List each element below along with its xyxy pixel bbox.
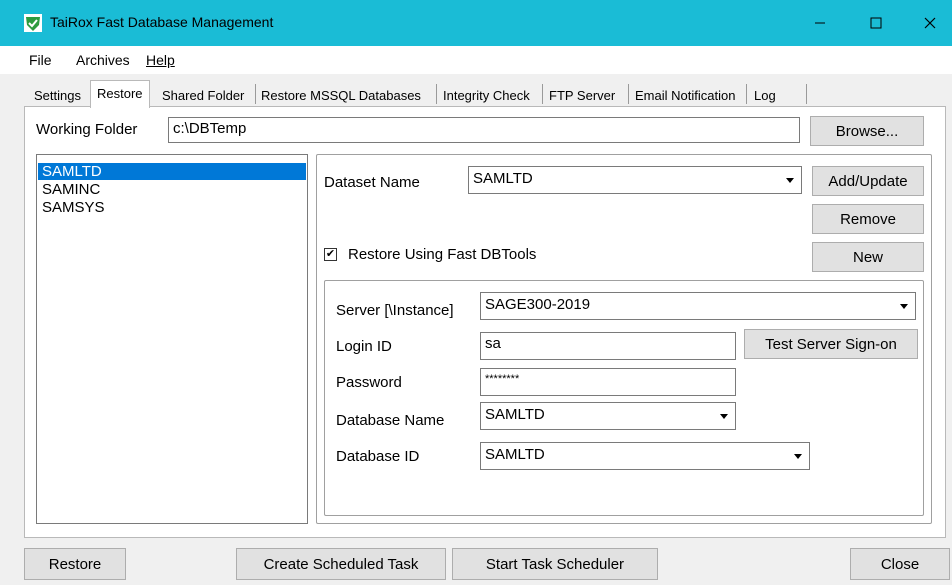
- database-name-value: SAMLTD: [485, 406, 545, 423]
- chevron-down-icon[interactable]: [715, 405, 733, 427]
- menu-file[interactable]: File: [29, 52, 52, 68]
- add-update-button[interactable]: Add/Update: [812, 166, 924, 196]
- new-button[interactable]: New: [812, 242, 924, 272]
- server-label: Server [\Instance]: [336, 302, 454, 319]
- close-window-button[interactable]: [906, 0, 952, 46]
- database-id-select[interactable]: SAMLTD: [480, 442, 810, 470]
- list-item[interactable]: SAMINC: [38, 181, 306, 198]
- close-icon: [924, 17, 936, 29]
- test-server-signon-button[interactable]: Test Server Sign-on: [744, 329, 918, 359]
- maximize-icon: [870, 17, 882, 29]
- remove-button[interactable]: Remove: [812, 204, 924, 234]
- chevron-down-icon[interactable]: [895, 295, 913, 317]
- chevron-down-icon[interactable]: [789, 445, 807, 467]
- tab-separator: [542, 84, 543, 104]
- dataset-name-value: SAMLTD: [473, 170, 533, 187]
- working-folder-input[interactable]: c:\DBTemp: [168, 117, 800, 143]
- tab-integrity-check[interactable]: Integrity Check: [443, 84, 530, 106]
- start-task-scheduler-button[interactable]: Start Task Scheduler: [452, 548, 658, 580]
- password-input[interactable]: ********: [480, 368, 736, 396]
- window-title: TaiRox Fast Database Management: [50, 14, 274, 30]
- tab-email-notification[interactable]: Email Notification: [635, 84, 735, 106]
- dataset-name-label: Dataset Name: [324, 174, 420, 191]
- maximize-button[interactable]: [852, 0, 900, 46]
- fast-dbtools-checkbox[interactable]: ✔: [324, 248, 337, 261]
- tab-log[interactable]: Log: [754, 84, 776, 106]
- list-item[interactable]: SAMSYS: [38, 199, 306, 216]
- tab-restore-mssql[interactable]: Restore MSSQL Databases: [261, 84, 421, 106]
- server-value: SAGE300-2019: [485, 296, 591, 313]
- dataset-name-select[interactable]: SAMLTD: [468, 166, 802, 194]
- tab-separator: [255, 84, 256, 104]
- chevron-down-icon[interactable]: [781, 169, 799, 191]
- working-folder-label: Working Folder: [36, 121, 138, 138]
- menu-archives[interactable]: Archives: [76, 52, 130, 68]
- login-id-label: Login ID: [336, 338, 392, 355]
- tab-shared-folder[interactable]: Shared Folder: [162, 84, 244, 106]
- tab-restore[interactable]: Restore: [97, 82, 143, 104]
- password-label: Password: [336, 374, 402, 391]
- list-item[interactable]: SAMLTD: [38, 163, 306, 180]
- restore-button[interactable]: Restore: [24, 548, 126, 580]
- database-name-label: Database Name: [336, 412, 445, 429]
- login-id-input[interactable]: sa: [480, 332, 736, 360]
- tab-settings[interactable]: Settings: [34, 84, 81, 106]
- minimize-button[interactable]: [796, 0, 844, 46]
- menu-bar: [0, 46, 952, 74]
- tab-separator: [806, 84, 807, 104]
- database-id-label: Database ID: [336, 448, 420, 465]
- tab-separator: [746, 84, 747, 104]
- browse-button[interactable]: Browse...: [810, 116, 924, 146]
- database-name-select[interactable]: SAMLTD: [480, 402, 736, 430]
- shield-check-icon: [24, 14, 42, 32]
- menu-help[interactable]: Help: [146, 52, 175, 68]
- tab-ftp-server[interactable]: FTP Server: [549, 84, 615, 106]
- create-scheduled-task-button[interactable]: Create Scheduled Task: [236, 548, 446, 580]
- tab-separator: [628, 84, 629, 104]
- server-select[interactable]: SAGE300-2019: [480, 292, 916, 320]
- fast-dbtools-label: Restore Using Fast DBTools: [348, 246, 537, 263]
- tab-separator: [436, 84, 437, 104]
- menu-help-label: Help: [146, 52, 175, 68]
- minimize-icon: [815, 22, 825, 24]
- database-id-value: SAMLTD: [485, 446, 545, 463]
- close-button[interactable]: Close: [850, 548, 950, 580]
